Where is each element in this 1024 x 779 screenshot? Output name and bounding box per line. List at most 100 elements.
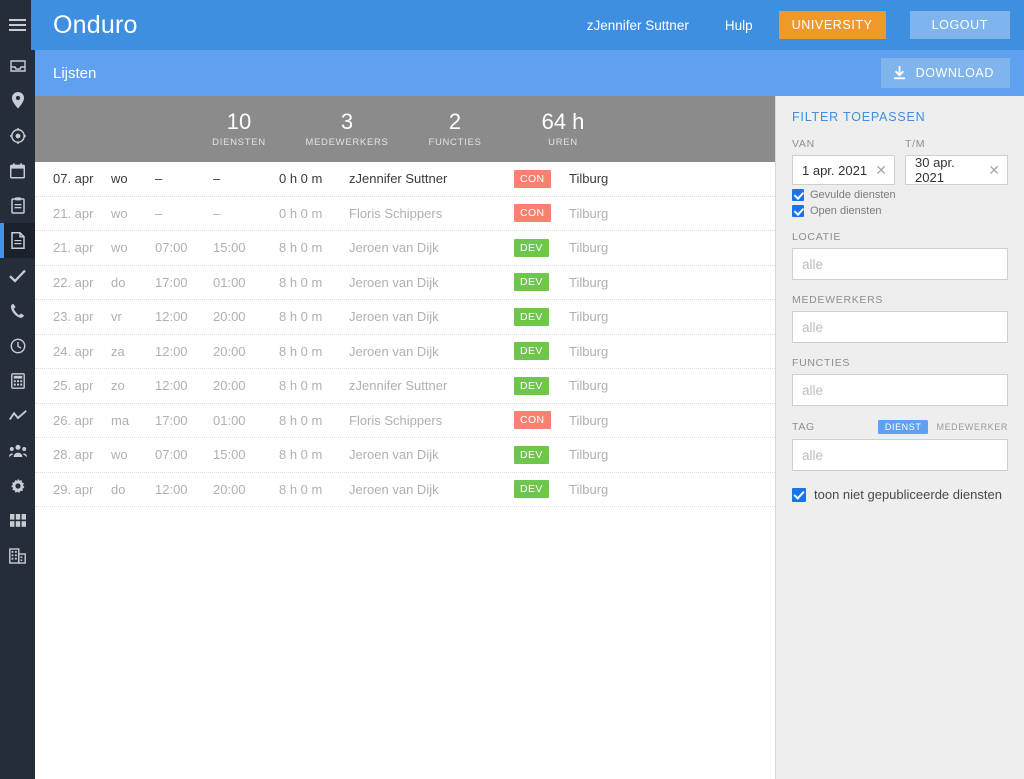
- close-icon[interactable]: ✕: [869, 163, 887, 177]
- table-row[interactable]: 21. apr wo 07:00 15:00 8 h 0 m Jeroen van Dij…: [35, 231, 775, 266]
- current-user-link[interactable]: zJennifer Suttner: [569, 18, 707, 33]
- sidebar-item-organisation[interactable]: [0, 538, 35, 573]
- date-to-field[interactable]: 30 apr. 2021 ✕: [905, 155, 1008, 185]
- checkbox-unpublished-box[interactable]: [792, 487, 806, 502]
- cell-end-time: 20:00: [213, 378, 246, 394]
- shifts-table: 07. apr wo – – 0 h 0 m zJennifer Suttner CON Ti…: [35, 162, 775, 779]
- table-row[interactable]: 21. apr wo – – 0 h 0 m Floris Schippers CON Til…: [35, 197, 775, 231]
- cell-date: 29. apr: [53, 481, 94, 497]
- locatie-input[interactable]: [792, 248, 1008, 280]
- cell-day: wo: [111, 240, 128, 256]
- hamburger-menu-icon[interactable]: [0, 10, 35, 40]
- stat-value: 3: [340, 109, 354, 134]
- stat-label: UREN: [548, 137, 578, 148]
- calculator-icon: [10, 372, 25, 389]
- help-link[interactable]: Hulp: [707, 18, 771, 33]
- sidebar-item-approvals[interactable]: [0, 258, 35, 293]
- cell-end-time: –: [213, 205, 221, 221]
- sidebar-item-settings[interactable]: [0, 468, 35, 503]
- checkbox-filled-shifts-box[interactable]: [792, 189, 804, 201]
- sidebar-item-calendar[interactable]: [0, 153, 35, 188]
- status-badge: DEV: [514, 342, 549, 361]
- map-pin-icon: [11, 92, 25, 109]
- cell-start-time: 12:00: [155, 309, 188, 325]
- logout-button[interactable]: LOGOUT: [909, 11, 1010, 39]
- table-row[interactable]: 29. apr do 12:00 20:00 8 h 0 m Jeroen van Dij…: [35, 473, 775, 507]
- cell-date: 28. apr: [53, 447, 94, 463]
- medewerkers-input[interactable]: [792, 311, 1008, 343]
- status-badge: CON: [514, 169, 551, 188]
- cell-end-time: 15:00: [213, 240, 246, 256]
- table-row[interactable]: 07. apr wo – – 0 h 0 m zJennifer Suttner CON Ti…: [35, 162, 775, 197]
- status-badge: DEV: [514, 238, 549, 257]
- cell-day: do: [111, 274, 126, 290]
- cell-employee: zJennifer Suttner: [349, 378, 448, 394]
- check-icon: [9, 269, 26, 283]
- stat-value: 64 h: [541, 109, 585, 134]
- left-icon-rail: [0, 0, 35, 779]
- checkbox-unpublished-shifts[interactable]: toon niet gepubliceerde diensten: [792, 487, 1008, 502]
- table-row[interactable]: 25. apr zo 12:00 20:00 8 h 0 m zJennifer Sutt…: [35, 369, 775, 404]
- tag-scope-dienst[interactable]: DIENST: [877, 420, 929, 434]
- cell-date: 23. apr: [53, 309, 94, 325]
- cell-day: wo: [111, 447, 128, 463]
- cell-employee: Floris Schippers: [349, 412, 443, 428]
- sidebar-item-inbox[interactable]: [0, 48, 35, 83]
- cell-function-tag: DEV: [514, 445, 569, 464]
- sidebar-item-reports[interactable]: [0, 398, 35, 433]
- cell-function-tag: CON: [514, 411, 569, 430]
- sidebar-item-radar[interactable]: [0, 118, 35, 153]
- close-icon[interactable]: ✕: [982, 163, 1000, 177]
- sidebar-item-apps[interactable]: [0, 503, 35, 538]
- cell-day: vr: [111, 309, 122, 325]
- checkbox-open-shifts-label: Open diensten: [810, 205, 882, 217]
- table-row[interactable]: 28. apr wo 07:00 15:00 8 h 0 m Jeroen van Dij…: [35, 438, 775, 473]
- checkbox-open-shifts[interactable]: Open diensten: [792, 205, 1008, 217]
- cell-function-tag: DEV: [514, 480, 569, 499]
- stat-label: FUNCTIES: [428, 137, 482, 148]
- organisation-button[interactable]: UNIVERSITY: [778, 11, 886, 39]
- cell-location: Tilburg: [569, 171, 609, 187]
- phone-icon: [10, 303, 25, 319]
- table-row[interactable]: 22. apr do 17:00 01:00 8 h 0 m Jeroen van Dij…: [35, 266, 775, 300]
- sidebar-item-timeclock[interactable]: [0, 328, 35, 363]
- functies-group: FUNCTIES: [792, 357, 1008, 406]
- tag-input[interactable]: [792, 439, 1008, 471]
- cell-duration: 0 h 0 m: [279, 205, 323, 221]
- sidebar-item-lists[interactable]: [0, 223, 35, 258]
- cell-function-tag: CON: [514, 204, 569, 223]
- clipboard-icon: [10, 197, 25, 214]
- cell-date: 22. apr: [53, 274, 94, 290]
- table-row[interactable]: 26. apr ma 17:00 01:00 8 h 0 m Floris Schippe…: [35, 404, 775, 438]
- functies-input[interactable]: [792, 374, 1008, 406]
- cell-duration: 8 h 0 m: [279, 343, 323, 359]
- cell-start-time: 12:00: [155, 378, 188, 394]
- sidebar-item-clipboard[interactable]: [0, 188, 35, 223]
- date-from-field[interactable]: 1 apr. 2021 ✕: [792, 155, 895, 185]
- page-title: Lijsten: [53, 64, 97, 82]
- filter-panel: FILTER TOEPASSEN VAN 1 apr. 2021 ✕ T/M 3…: [775, 96, 1024, 779]
- stat-value: 10: [226, 109, 252, 134]
- sidebar-item-employees[interactable]: [0, 433, 35, 468]
- checkbox-unpublished-label: toon niet gepubliceerde diensten: [814, 487, 1002, 502]
- sidebar-item-contacts[interactable]: [0, 293, 35, 328]
- sidebar-item-locations[interactable]: [0, 83, 35, 118]
- table-row[interactable]: 23. apr vr 12:00 20:00 8 h 0 m Jeroen van Dij…: [35, 300, 775, 335]
- filter-panel-title: FILTER TOEPASSEN: [792, 110, 926, 124]
- date-to-label: T/M: [905, 138, 926, 150]
- cell-function-tag: DEV: [514, 376, 569, 395]
- cell-employee: zJennifer Suttner: [349, 171, 448, 187]
- tag-scope-medewerker[interactable]: MEDEWERKER: [936, 420, 1008, 434]
- tag-scope-toggle: DIENST MEDEWERKER: [877, 420, 1008, 434]
- checkbox-open-shifts-box[interactable]: [792, 205, 804, 217]
- page-body: 10 DIENSTEN 3 MEDEWERKERS 2 FUNCTIES 64 h UREN …: [35, 96, 1024, 779]
- cell-employee: Jeroen van Dijk: [349, 240, 439, 256]
- stat-uren: 64 h UREN: [509, 109, 617, 149]
- checkbox-filled-shifts[interactable]: Gevulde diensten: [792, 189, 1008, 201]
- download-button[interactable]: DOWNLOAD: [880, 58, 1010, 88]
- cell-duration: 8 h 0 m: [279, 309, 323, 325]
- cell-employee: Jeroen van Dijk: [349, 274, 439, 290]
- cell-date: 21. apr: [53, 205, 94, 221]
- table-row[interactable]: 24. apr za 12:00 20:00 8 h 0 m Jeroen van Dij…: [35, 335, 775, 369]
- sidebar-item-payroll[interactable]: [0, 363, 35, 398]
